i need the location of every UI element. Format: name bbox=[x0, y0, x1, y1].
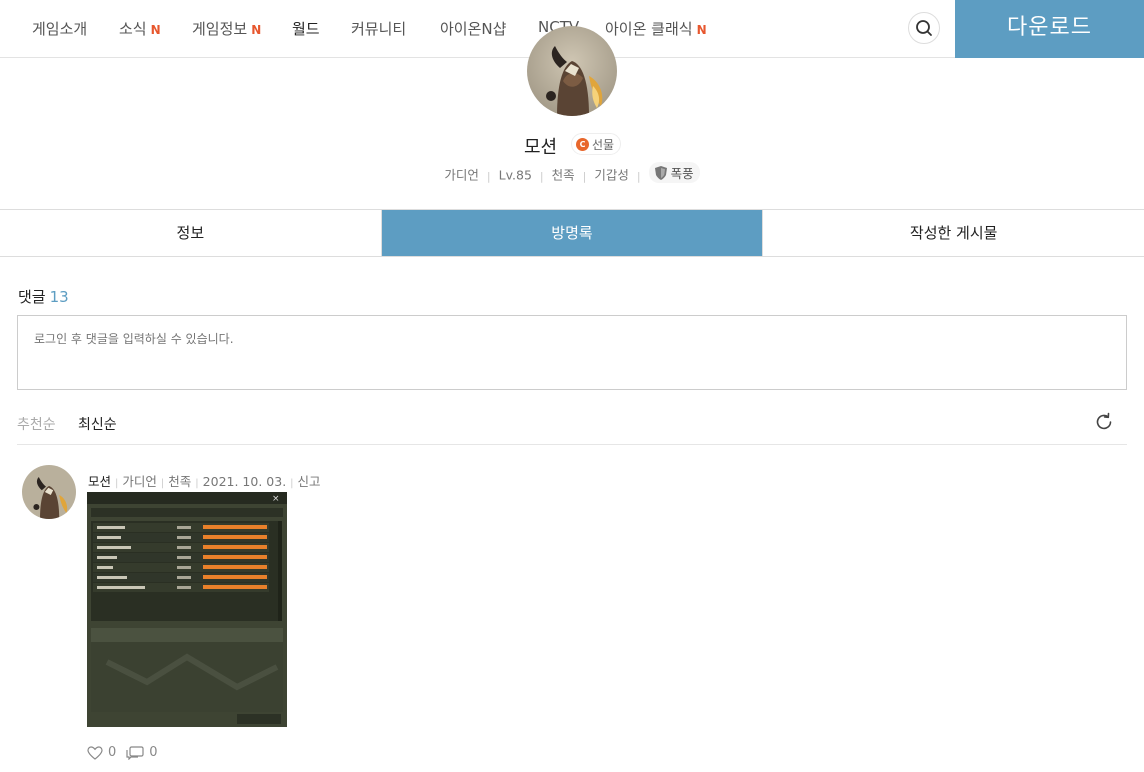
sort-popular[interactable]: 추천순 bbox=[17, 414, 56, 434]
comments-heading: 댓글 13 bbox=[18, 286, 69, 307]
sort-latest[interactable]: 최신순 bbox=[78, 414, 117, 434]
profile-tabs: 정보 방명록 작성한 게시물 bbox=[0, 209, 1144, 257]
like-count: 0 bbox=[108, 745, 117, 760]
tab-info[interactable]: 정보 bbox=[0, 210, 381, 256]
gift-button[interactable]: C 선물 bbox=[571, 133, 622, 155]
profile-level: Lv.85 bbox=[498, 167, 532, 183]
new-badge: N bbox=[150, 23, 161, 37]
nav-item-game-info[interactable]: 게임정보 N bbox=[192, 18, 261, 39]
refresh-icon bbox=[1096, 412, 1112, 430]
divider: | bbox=[290, 478, 294, 489]
comment-date: 2021. 10. 03. bbox=[202, 474, 287, 489]
profile-server: 기갑성 bbox=[594, 167, 629, 183]
svg-text:×: × bbox=[272, 494, 280, 504]
nav-item-label: 소식 bbox=[119, 20, 147, 38]
divider: | bbox=[160, 478, 165, 489]
report-link[interactable]: 신고 bbox=[298, 474, 321, 489]
nav-item-label: 월드 bbox=[292, 20, 320, 38]
comment-author-race: 천족 bbox=[168, 474, 192, 489]
nav-item-label: 아이온N샵 bbox=[440, 20, 507, 38]
profile-meta: 가디언 | Lv.85 | 천족 | 기갑성 | 폭풍 bbox=[0, 162, 1144, 184]
nav-item-world[interactable]: 월드 bbox=[292, 18, 320, 39]
heart-icon bbox=[87, 745, 103, 760]
shield-icon bbox=[654, 165, 667, 180]
reply-button[interactable]: 0 bbox=[126, 745, 158, 760]
divider: | bbox=[582, 169, 587, 183]
comment-bubble-icon bbox=[126, 745, 144, 760]
new-badge: N bbox=[251, 23, 262, 37]
comment-meta: 모션 | 가디언 | 천족 | 2021. 10. 03. | 신고 bbox=[88, 471, 321, 490]
download-button[interactable]: 다운로드 bbox=[955, 0, 1144, 58]
comment-input[interactable] bbox=[17, 315, 1127, 390]
nav-item-label: 아이온 클래식 bbox=[605, 20, 693, 38]
divider: | bbox=[636, 169, 641, 183]
divider: | bbox=[539, 169, 544, 183]
refresh-button[interactable] bbox=[1093, 411, 1115, 433]
tab-guestbook[interactable]: 방명록 bbox=[380, 210, 763, 256]
nav-item-label: 게임소개 bbox=[32, 20, 88, 38]
profile-name: 모션 bbox=[524, 137, 558, 158]
comment-attached-image[interactable]: × bbox=[87, 492, 287, 727]
comment-author-class: 가디언 bbox=[122, 474, 157, 489]
search-button[interactable] bbox=[908, 12, 940, 44]
nav-item-aion-classic[interactable]: 아이온 클래식 N bbox=[605, 18, 707, 39]
comment-author[interactable]: 모션 bbox=[88, 474, 111, 489]
comment-reactions: 0 0 bbox=[87, 745, 158, 760]
search-icon bbox=[916, 20, 932, 36]
legion-name: 폭풍 bbox=[670, 166, 694, 181]
nav-item-game-intro[interactable]: 게임소개 bbox=[32, 18, 87, 39]
reply-count: 0 bbox=[149, 745, 158, 760]
profile-avatar bbox=[527, 26, 617, 116]
nav-item-n-shop[interactable]: 아이온N샵 bbox=[440, 18, 506, 39]
profile-race: 천족 bbox=[551, 167, 575, 183]
sort-bar: 추천순 최신순 bbox=[17, 400, 1127, 445]
new-badge: N bbox=[696, 23, 707, 37]
like-button[interactable]: 0 bbox=[87, 745, 116, 760]
coin-icon: C bbox=[576, 137, 589, 151]
nav-item-label: 게임정보 bbox=[192, 20, 248, 38]
nav-item-news[interactable]: 소식 N bbox=[119, 18, 161, 39]
nav-item-community[interactable]: 커뮤니티 bbox=[351, 18, 406, 39]
divider: | bbox=[115, 478, 119, 489]
comments-title: 댓글 bbox=[18, 288, 46, 306]
divider: | bbox=[486, 169, 491, 183]
comment-author-avatar[interactable] bbox=[22, 465, 76, 519]
profile-class: 가디언 bbox=[444, 167, 479, 183]
nav-item-label: 커뮤니티 bbox=[351, 20, 407, 38]
divider: | bbox=[195, 478, 199, 489]
gift-label: 선물 bbox=[592, 137, 615, 152]
tab-posts[interactable]: 작성한 게시물 bbox=[762, 210, 1144, 256]
legion-badge[interactable]: 폭풍 bbox=[648, 162, 700, 183]
comments-count: 13 bbox=[49, 288, 69, 306]
